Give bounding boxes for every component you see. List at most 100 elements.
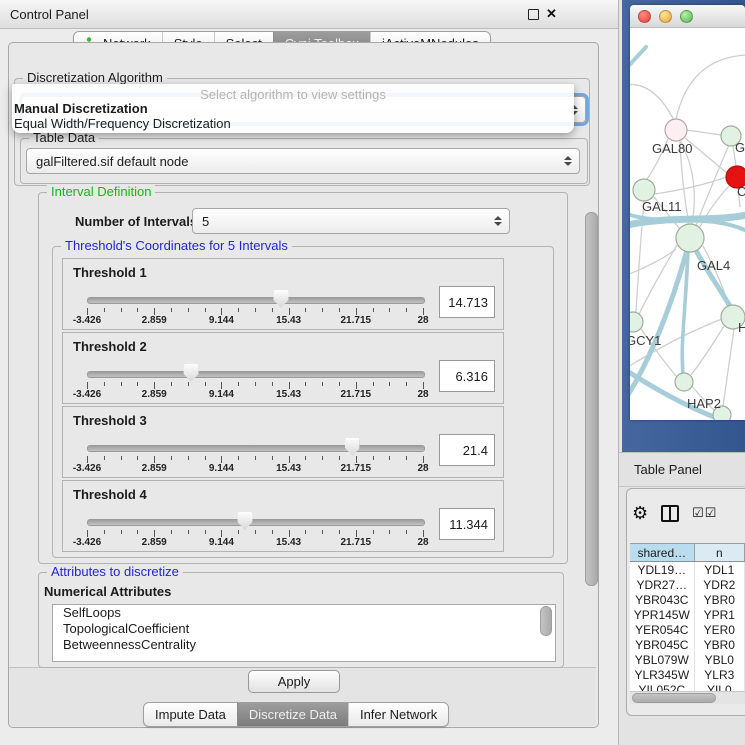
slider-tick-labels: -3.4262.8599.14415.4321.71528: [87, 463, 423, 475]
slider-track[interactable]: [87, 519, 425, 526]
combo-arrows-icon: [494, 216, 502, 226]
table-body: YDL19… YDL1 YDR27… YDR2 YBR043C YBR0 YPR…: [630, 562, 745, 691]
gear-icon[interactable]: ⚙: [632, 504, 648, 522]
algorithm-dropdown-popup: Select algorithm to view settings Manual…: [12, 84, 574, 133]
tick-label: 28: [417, 537, 428, 548]
table-header-row: shared… n: [630, 544, 745, 562]
shared-name-cell[interactable]: YIL052C: [630, 682, 695, 691]
name-cell[interactable]: YBR0: [695, 592, 745, 607]
threshold-slider[interactable]: -3.4262.8599.14415.4321.71528: [87, 289, 423, 327]
minimize-traffic-light[interactable]: [659, 10, 672, 23]
node-gal4[interactable]: [676, 224, 704, 252]
attribute-item[interactable]: BetweennessCentrality: [53, 637, 555, 653]
tab-discretize-data[interactable]: Discretize Data: [237, 703, 348, 726]
shared-name-cell[interactable]: YDL19…: [630, 562, 695, 577]
table-row[interactable]: YBL079W YBL0: [630, 652, 745, 667]
name-cell[interactable]: YLR3: [695, 667, 745, 682]
threshold-value-field[interactable]: 11.344: [439, 508, 495, 540]
apply-button[interactable]: Apply: [248, 670, 340, 693]
threshold-value-field[interactable]: 6.316: [439, 360, 495, 392]
name-cell[interactable]: YBL0: [695, 652, 745, 667]
shared-name-cell[interactable]: YBL079W: [630, 652, 695, 667]
tick-label: 21.715: [341, 537, 372, 548]
attribute-item[interactable]: SelfLoops: [53, 605, 555, 621]
close-icon[interactable]: ✕: [546, 0, 557, 28]
node-gal80[interactable]: [665, 119, 687, 141]
number-of-intervals-combobox[interactable]: 5: [192, 208, 510, 234]
name-cell[interactable]: YIL0: [695, 682, 745, 691]
numerical-attributes-label: Numerical Attributes: [44, 584, 171, 599]
attribute-item[interactable]: TopologicalCoefficient: [53, 621, 555, 637]
threshold-value-field[interactable]: 14.713: [439, 286, 495, 318]
name-cell[interactable]: YDR2: [695, 577, 745, 592]
content-vertical-scrollbar[interactable]: [585, 212, 598, 586]
float-window-icon[interactable]: [528, 9, 539, 20]
column-header-name[interactable]: n: [695, 544, 745, 561]
table-data-combobox[interactable]: galFiltered.sif default node: [26, 148, 580, 174]
node-table[interactable]: shared… n YDL19… YDL1 YDR27… YDR2 YBR043…: [630, 543, 745, 691]
table-horizontal-scrollbar[interactable]: [630, 691, 745, 704]
group-title: Interval Definition: [47, 184, 155, 199]
slider-track[interactable]: [87, 445, 425, 452]
tick-label: -3.426: [73, 537, 101, 548]
name-cell[interactable]: YBR0: [695, 637, 745, 652]
numerical-attributes-list[interactable]: SelfLoopsTopologicalCoefficientBetweenne…: [52, 604, 556, 662]
table-row[interactable]: YBR045C YBR0: [630, 637, 745, 652]
table-row[interactable]: YDL19… YDL1: [630, 562, 745, 577]
slider-ticks: [87, 528, 423, 537]
name-cell[interactable]: YER0: [695, 622, 745, 637]
table-toolbar: ⚙ ☑☑: [632, 496, 745, 530]
control-panel-titlebar: Control Panel: [0, 0, 618, 29]
slider-track[interactable]: [87, 371, 425, 378]
table-row[interactable]: YER054C YER0: [630, 622, 745, 637]
table-row[interactable]: YPR145W YPR1: [630, 607, 745, 622]
node-gal11[interactable]: [633, 179, 655, 201]
threshold-panel: Threshold 4 -3.4262.8599.14415.4321.7152…: [62, 480, 504, 552]
table-row[interactable]: YLR345W YLR3: [630, 667, 745, 682]
shared-name-cell[interactable]: YBR043C: [630, 592, 695, 607]
dropdown-option-manual[interactable]: Manual Discretization: [14, 101, 148, 116]
slider-track[interactable]: [87, 297, 425, 304]
tick-label: 2.859: [142, 315, 167, 326]
network-canvas[interactable]: GAL80 G C GAL11 GAL4 GCY1 H HAP2: [630, 27, 745, 420]
split-columns-icon[interactable]: [661, 505, 679, 522]
shared-name-cell[interactable]: YPR145W: [630, 607, 695, 622]
table-panel-title: Table Panel: [634, 462, 702, 477]
tick-label: -3.426: [73, 315, 101, 326]
tab-infer-network[interactable]: Infer Network: [348, 703, 448, 726]
tab-impute-data[interactable]: Impute Data: [144, 703, 237, 726]
name-cell[interactable]: YDL1: [695, 562, 745, 577]
number-of-intervals-label: Number of Intervals: [75, 214, 197, 229]
checkbox-icons[interactable]: ☑☑: [692, 505, 717, 521]
group-title: Discretization Algorithm: [23, 70, 167, 85]
threshold-label: Threshold 2: [73, 339, 147, 354]
number-of-intervals-value: 5: [202, 214, 209, 229]
tick-label: 9.144: [209, 315, 234, 326]
network-graph: GAL80 G C GAL11 GAL4 GCY1 H HAP2: [630, 27, 745, 420]
table-row[interactable]: YIL052C YIL0: [630, 682, 745, 691]
shared-name-cell[interactable]: YLR345W: [630, 667, 695, 682]
threshold-slider[interactable]: -3.4262.8599.14415.4321.71528: [87, 363, 423, 401]
attributes-scrollbar[interactable]: [540, 606, 552, 636]
threshold-slider[interactable]: -3.4262.8599.14415.4321.71528: [87, 437, 423, 475]
node-hap2[interactable]: [675, 373, 693, 391]
dropdown-option-equal-width[interactable]: Equal Width/Frequency Discretization: [14, 116, 231, 131]
threshold-value-field[interactable]: 21.4: [439, 434, 495, 466]
shared-name-cell[interactable]: YBR045C: [630, 637, 695, 652]
close-traffic-light[interactable]: [638, 10, 651, 23]
tick-label: 28: [417, 463, 428, 474]
tick-label: 2.859: [142, 389, 167, 400]
threshold-slider[interactable]: -3.4262.8599.14415.4321.71528: [87, 511, 423, 549]
table-row[interactable]: YDR27… YDR2: [630, 577, 745, 592]
threshold-label: Threshold 4: [73, 487, 147, 502]
shared-name-cell[interactable]: YDR27…: [630, 577, 695, 592]
scrollbar-thumb[interactable]: [632, 693, 716, 703]
column-header-shared-name[interactable]: shared…: [630, 544, 695, 561]
group-title: Attributes to discretize: [47, 564, 183, 579]
combo-arrows-icon: [564, 156, 572, 166]
name-cell[interactable]: YPR1: [695, 607, 745, 622]
threshold-label: Threshold 3: [73, 413, 147, 428]
table-row[interactable]: YBR043C YBR0: [630, 592, 745, 607]
zoom-traffic-light[interactable]: [680, 10, 693, 23]
shared-name-cell[interactable]: YER054C: [630, 622, 695, 637]
